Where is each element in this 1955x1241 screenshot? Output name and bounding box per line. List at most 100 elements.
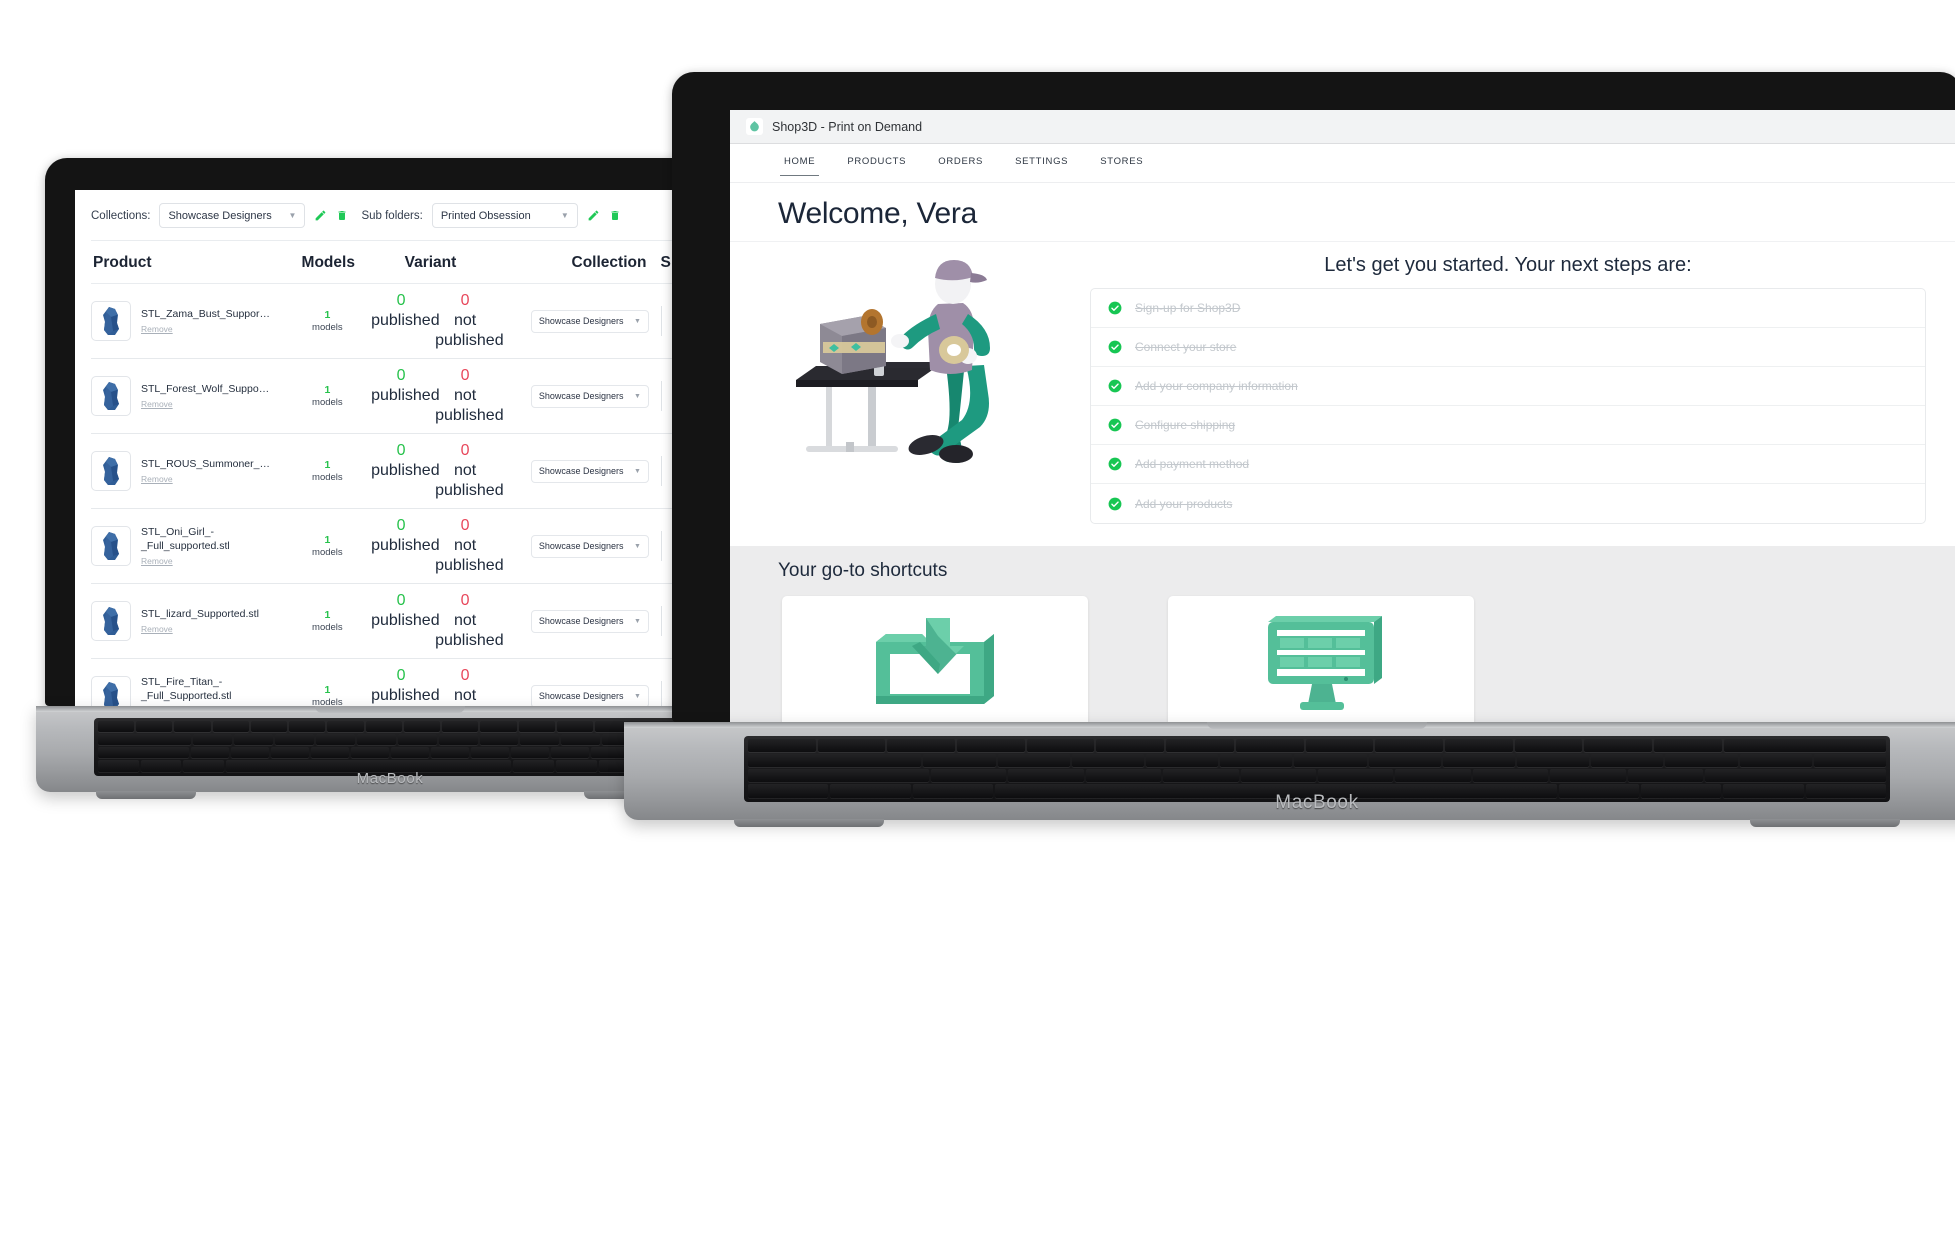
right-laptop-base-notch [1207, 722, 1427, 729]
subfolders-select[interactable]: Printed Obsession ▼ [431, 203, 578, 228]
remove-product-link[interactable]: Remove [141, 324, 284, 334]
models-count-cell: 1 models [284, 384, 371, 409]
published-group: 0 published [371, 441, 440, 501]
check-circle-icon [1108, 340, 1122, 354]
remove-product-link[interactable]: Remove [141, 474, 284, 484]
remove-product-link[interactable]: Remove [141, 624, 284, 634]
browser-tab-title[interactable]: Shop3D - Print on Demand [772, 120, 922, 134]
onboarding-step-label: Configure shipping [1135, 418, 1236, 432]
product-cell: STL_Oni_Girl_-_Full_supported.stl Remove [141, 526, 284, 566]
models-count: 1 [324, 308, 331, 321]
not-published-group: 0 not published [435, 366, 504, 426]
upload-folder-3d-icon [792, 610, 1078, 718]
table-row[interactable]: STL_ROUS_Summoner_… Remove 1 models 0 publish… [91, 434, 699, 509]
not-published-unit: not published [435, 387, 504, 424]
shortcuts-title: Your go-to shortcuts [778, 560, 948, 581]
variant-cell: 0 published 0 not published [371, 441, 504, 501]
row-collection-select[interactable]: Showcase Designers ▼ [530, 534, 649, 558]
nav-item-label: HOME [784, 156, 816, 167]
onboarding-step[interactable]: Connect your store [1091, 328, 1925, 367]
edit-collection-pencil-icon[interactable] [314, 209, 327, 222]
stl-model-thumbnail [103, 682, 119, 706]
onboarding-step[interactable]: Configure shipping [1091, 406, 1925, 445]
nav-item-settings[interactable]: SETTINGS [1015, 156, 1068, 170]
chevron-down-icon: ▼ [633, 692, 641, 700]
table-row[interactable]: STL_Fire_Titan_-_Full_Supported.stlRemov… [91, 659, 699, 706]
left-laptop-keyboard [94, 718, 686, 776]
collection-cell: Showcase Designers ▼ [491, 609, 661, 633]
row-collection-select[interactable]: Showcase Designers ▼ [530, 459, 649, 483]
column-header-models: Models [301, 254, 355, 271]
row-collection-select[interactable]: Showcase Designers ▼ [530, 684, 649, 706]
collection-cell: Showcase Designers ▼ [491, 309, 661, 333]
collections-select[interactable]: Showcase Designers ▼ [159, 203, 306, 228]
collection-cell: Showcase Designers ▼ [491, 534, 661, 558]
published-unit: published [371, 687, 440, 704]
product-table-app: Collections: Showcase Designers ▼ Sub fo… [75, 190, 715, 706]
row-collection-select[interactable]: Showcase Designers ▼ [530, 609, 649, 633]
nav-item-label: STORES [1100, 156, 1144, 167]
collection-cell: Showcase Designers ▼ [491, 684, 661, 706]
steps-list: Sign-up for Shop3D Connect your store Add … [1090, 288, 1926, 524]
table-row[interactable]: STL_Zama_Bust_Suppor… Remove 1 models 0 publi… [91, 284, 699, 359]
page-title: Welcome, Vera [778, 197, 977, 230]
check-circle-icon [1108, 301, 1122, 315]
right-laptop-lid: Shop3D - Print on Demand HOME PRODUCTS ORD… [672, 72, 1955, 722]
published-count: 0 [396, 667, 406, 684]
published-group: 0 published [371, 591, 440, 651]
onboarding-step-label: Add your company information [1135, 379, 1298, 393]
not-published-unit: not published [435, 312, 504, 349]
table-row[interactable]: STL_Forest_Wolf_Suppo… Remove 1 models 0 publ… [91, 359, 699, 434]
published-count: 0 [396, 517, 406, 534]
remove-product-link[interactable]: Remove [141, 556, 284, 566]
table-row[interactable]: STL_lizard_Supported.stl Remove 1 models 0 pu… [91, 584, 699, 659]
check-circle-icon [1108, 457, 1122, 471]
shortcut-card-own-files[interactable]: Have your own files 314 live products Se… [782, 596, 1088, 722]
shop3d-dashboard: Shop3D - Print on Demand HOME PRODUCTS ORD… [730, 110, 1955, 722]
row-collection-select[interactable]: Showcase Designers ▼ [530, 384, 649, 408]
edit-subfolder-pencil-icon[interactable] [587, 209, 600, 222]
product-thumbnail [91, 526, 131, 566]
welcome-section: Welcome, Vera [730, 183, 1955, 241]
not-published-count: 0 [460, 592, 470, 609]
onboarding-step[interactable]: Add your products [1091, 484, 1925, 523]
onboarding-step[interactable]: Sign-up for Shop3D [1091, 289, 1925, 328]
nav-item-home[interactable]: HOME [779, 156, 820, 176]
product-cell: STL_Fire_Titan_-_Full_Supported.stlRemov… [141, 676, 284, 706]
remove-product-link[interactable]: Remove [141, 399, 284, 409]
browser-tab-strip: Shop3D - Print on Demand [730, 110, 1955, 144]
chevron-down-icon: ▼ [633, 392, 641, 400]
row-collection-select[interactable]: Showcase Designers ▼ [530, 309, 649, 333]
not-published-unit: not published [435, 462, 504, 499]
delete-subfolder-trash-icon[interactable] [609, 209, 621, 222]
published-unit: published [371, 612, 440, 629]
product-cell: STL_Zama_Bust_Suppor… Remove [141, 308, 284, 334]
subfolders-label: Sub folders: [361, 209, 423, 222]
product-cell: STL_ROUS_Summoner_… Remove [141, 458, 284, 484]
hero-illustration [750, 254, 1080, 473]
nav-item-stores[interactable]: STORES [1100, 156, 1143, 170]
nav-item-products[interactable]: PRODUCTS [847, 156, 906, 170]
models-unit: models [312, 621, 343, 633]
row-collection-value: Showcase Designers [538, 541, 624, 551]
not-published-count: 0 [460, 667, 470, 684]
subfolders-select-value: Printed Obsession [440, 209, 531, 222]
onboarding-step[interactable]: Add your company information [1091, 367, 1925, 406]
collection-cell: Showcase Designers ▼ [491, 384, 661, 408]
row-collection-value: Showcase Designers [538, 466, 624, 476]
table-header: Product Models Variant Collection S [91, 240, 699, 283]
models-unit: models [312, 546, 343, 558]
onboarding-step[interactable]: Add payment method [1091, 445, 1925, 484]
published-count: 0 [396, 592, 406, 609]
published-group: 0 published [371, 516, 440, 576]
nav-item-orders[interactable]: ORDERS [938, 156, 983, 170]
right-laptop-foot [1750, 819, 1900, 827]
steps-title: Let's get you started. Your next steps a… [1324, 254, 1692, 276]
not-published-group: 0 not published [435, 666, 495, 706]
table-row[interactable]: STL_Oni_Girl_-_Full_supported.stl Remove 1… [91, 509, 699, 584]
product-thumbnail [91, 676, 131, 706]
row-collection-value: Showcase Designers [538, 391, 624, 401]
models-count-cell: 1 models [284, 534, 371, 559]
delete-collection-trash-icon[interactable] [336, 209, 348, 222]
product-thumbnail [91, 601, 131, 641]
